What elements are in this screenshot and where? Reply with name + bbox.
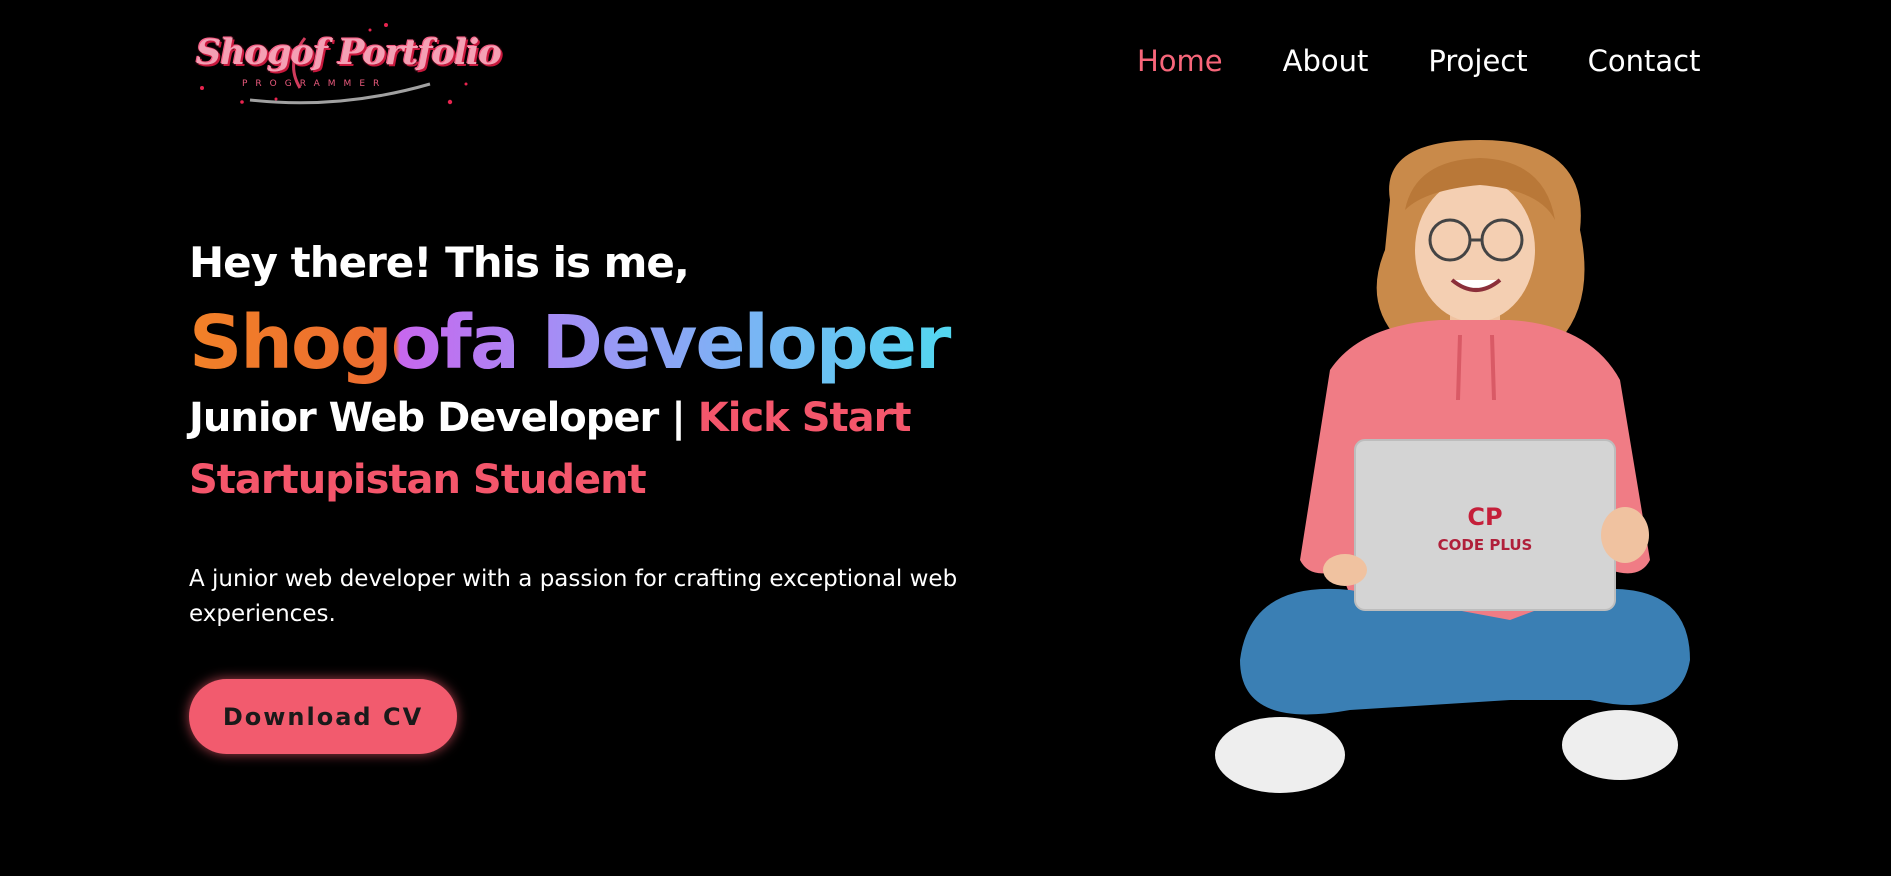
- hero-section: Hey there! This is me, Shogofa Developer…: [189, 232, 1049, 632]
- laptop-logo-mark: CP: [1467, 503, 1502, 531]
- nav-about[interactable]: About: [1283, 44, 1369, 78]
- logo-title: Shogof Portfolio: [196, 32, 502, 73]
- logo-subtitle: PROGRAMMER: [242, 79, 388, 89]
- download-cv-button[interactable]: Download CV: [189, 679, 457, 754]
- main-nav: Home About Project Contact: [1137, 44, 1700, 78]
- hero-name: Shogofa Developer: [189, 298, 1049, 388]
- hero-portrait-illustration: CP CODE PLUS: [1215, 140, 1690, 793]
- hood-string-right: [1490, 334, 1496, 401]
- laptop-logo-text: CODE PLUS: [1438, 536, 1533, 554]
- right-hand: [1601, 507, 1649, 563]
- site-logo[interactable]: Shogof Portfolio PROGRAMMER: [190, 18, 502, 108]
- nav-contact[interactable]: Contact: [1588, 44, 1701, 78]
- portfolio-page: Shogof Portfolio PROGRAMMER Home About P…: [0, 0, 1891, 876]
- hero-role-title: Junior Web Developer |: [189, 395, 698, 441]
- hood-string-left: [1456, 334, 1462, 401]
- site-header: Shogof Portfolio PROGRAMMER Home About P…: [0, 0, 1891, 130]
- left-sneaker: [1215, 717, 1345, 793]
- hero-role-line2: Startupistan Student: [189, 457, 647, 503]
- hero-role-highlight: Kick Start: [697, 395, 912, 441]
- right-sneaker: [1562, 710, 1678, 780]
- nav-project[interactable]: Project: [1428, 44, 1527, 78]
- hero-role: Junior Web Developer | Kick Start: [189, 386, 1049, 450]
- hero-greeting: Hey there! This is me,: [189, 238, 690, 287]
- nav-home[interactable]: Home: [1137, 44, 1223, 78]
- hero-description: A junior web developer with a passion fo…: [189, 566, 958, 627]
- left-hand: [1323, 554, 1367, 586]
